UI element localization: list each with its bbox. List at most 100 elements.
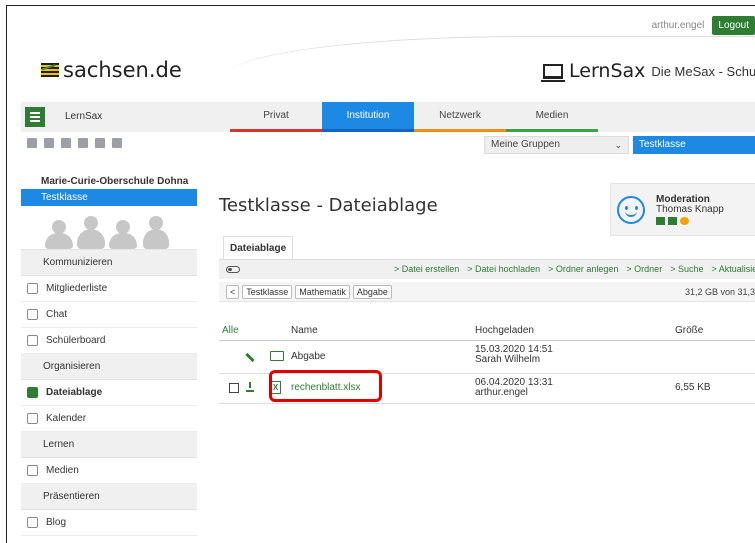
- member-icon: [143, 216, 169, 249]
- group-avatar: [21, 206, 197, 250]
- member-icon: [109, 220, 137, 249]
- browser-frame: arthur.engel Logout sachsen.de LernSax D…: [6, 5, 755, 543]
- uploader[interactable]: arthur.engel: [475, 387, 528, 398]
- column-uploaded[interactable]: Hochgeladen: [475, 325, 534, 336]
- sidebar-item-label: Dateiablage: [46, 387, 103, 398]
- main-nav: LernSax Privat Institution Netzwerk Medi…: [21, 102, 755, 132]
- row-checkbox[interactable]: [229, 383, 239, 393]
- section-lernen: Lernen: [21, 432, 197, 458]
- bookmark-icon[interactable]: [61, 138, 71, 148]
- smiley-icon: [617, 196, 645, 224]
- action-ordner-anlegen[interactable]: > Ordner anlegen: [548, 264, 618, 274]
- sidebar-item-label: Schülerboard: [46, 335, 106, 346]
- board-icon: [27, 335, 38, 346]
- sidebar-item-label: Blog: [46, 517, 67, 528]
- breadcrumb-abgabe[interactable]: Abgabe: [352, 285, 392, 299]
- vcard-icon[interactable]: [656, 217, 665, 225]
- tab-dateiablage[interactable]: Dateiablage: [223, 236, 294, 260]
- file-actions: > Datei erstellen > Datei hochladen > Or…: [394, 264, 755, 274]
- sidebar-item-label: Medien: [46, 465, 79, 476]
- chevron-down-icon: ⌄: [614, 140, 622, 150]
- edit-icon[interactable]: [245, 352, 255, 363]
- highlight-annotation: [269, 370, 382, 402]
- media-icon: [27, 465, 38, 476]
- breadcrumb: < Testklasse Mathematik Abgabe: [226, 285, 392, 299]
- breadcrumb-back[interactable]: <: [226, 285, 240, 299]
- lernsax-logo[interactable]: LernSax Die MeSax - Schulclou: [541, 60, 755, 82]
- app-name: LernSax: [65, 111, 103, 122]
- sidebar-item-kalender[interactable]: Kalender: [21, 406, 197, 432]
- breadcrumb-testklasse[interactable]: Testklasse: [242, 285, 293, 299]
- sidebar: Marie-Curie-Oberschule Dohna Testklasse …: [21, 170, 197, 536]
- member-icon: [45, 220, 73, 249]
- export-icon[interactable]: [78, 138, 88, 148]
- brand-name: LernSax: [569, 60, 646, 82]
- section-organisieren: Organisieren: [21, 354, 197, 380]
- print-icon[interactable]: [95, 138, 105, 148]
- select-all-link[interactable]: Alle: [222, 325, 239, 336]
- brand-subtitle: Die MeSax - Schulclou: [651, 63, 755, 79]
- moderator-actions: [656, 217, 689, 225]
- moderation-box: Moderation Thomas Knapp: [610, 183, 755, 236]
- section-praesentieren: Präsentieren: [21, 484, 197, 510]
- action-suche[interactable]: > Suche: [670, 264, 703, 274]
- sidebar-item-dateiablage[interactable]: Dateiablage: [21, 380, 197, 406]
- folder-name[interactable]: Abgabe: [291, 351, 325, 362]
- action-aktualisieren[interactable]: > Aktualisiere: [711, 264, 755, 274]
- quick-tools: [27, 138, 122, 148]
- file-size: 6,55 KB: [675, 382, 711, 393]
- folder-icon: [270, 351, 284, 361]
- username[interactable]: arthur.engel: [652, 20, 705, 31]
- page-title: Testklasse - Dateiablage: [219, 195, 438, 216]
- user-bar: arthur.engel Logout: [652, 16, 755, 35]
- path-bar: < Testklasse Mathematik Abgabe 31,2 GB v…: [219, 282, 755, 302]
- file-storage-icon: [27, 387, 38, 398]
- sidebar-item-label: Kalender: [46, 413, 87, 424]
- menu-icon[interactable]: [25, 107, 45, 127]
- sidebar-item-mitgliederliste[interactable]: Mitgliederliste: [21, 276, 197, 302]
- sachsen-logo-text: sachsen.de: [63, 58, 182, 82]
- sidebar-item-medien[interactable]: Medien: [21, 458, 197, 484]
- sidebar-item-blog[interactable]: Blog: [21, 510, 197, 536]
- class-select[interactable]: Testklasse: [633, 136, 755, 154]
- sidebar-item-chat[interactable]: Chat: [21, 302, 197, 328]
- help-icon[interactable]: [112, 138, 122, 148]
- column-size[interactable]: Größe: [675, 325, 703, 336]
- sidebar-item-label: Chat: [46, 309, 68, 320]
- action-datei-erstellen[interactable]: > Datei erstellen: [394, 264, 459, 274]
- uploader[interactable]: Sarah Wilhelm: [475, 354, 540, 365]
- tab-netzwerk[interactable]: Netzwerk: [414, 102, 506, 132]
- mail-icon[interactable]: [668, 217, 677, 225]
- breadcrumb-mathematik[interactable]: Mathematik: [295, 285, 350, 299]
- sachsen-logo[interactable]: sachsen.de: [41, 58, 182, 82]
- table-header: Alle Name Hochgeladen Größe: [219, 321, 755, 341]
- group-select[interactable]: Meine Gruppen ⌄: [484, 136, 629, 154]
- section-kommunizieren: Kommunizieren: [21, 250, 197, 276]
- sitemap-icon[interactable]: [27, 138, 37, 148]
- tab-institution[interactable]: Institution: [322, 102, 414, 132]
- group-select-value: Meine Gruppen: [491, 139, 560, 150]
- status-icon[interactable]: [680, 217, 689, 225]
- members-icon: [27, 283, 38, 294]
- saxony-crest-icon: [41, 63, 59, 77]
- download-icon[interactable]: [246, 382, 254, 392]
- action-ordner[interactable]: > Ordner: [626, 264, 662, 274]
- notes-icon[interactable]: [44, 138, 54, 148]
- tab-privat[interactable]: Privat: [230, 102, 322, 132]
- toggle-switch[interactable]: [226, 266, 240, 273]
- action-datei-hochladen[interactable]: > Datei hochladen: [467, 264, 540, 274]
- calendar-icon: [27, 413, 38, 424]
- moderator-name[interactable]: Thomas Knapp: [656, 204, 724, 215]
- tab-medien[interactable]: Medien: [506, 102, 598, 132]
- school-name: Marie-Curie-Oberschule Dohna: [41, 176, 189, 187]
- blog-icon: [27, 517, 38, 528]
- class-name[interactable]: Testklasse: [21, 189, 197, 206]
- sidebar-item-schuelerboard[interactable]: Schülerboard: [21, 328, 197, 354]
- column-name[interactable]: Name: [291, 325, 318, 336]
- file-toolbar: > Datei erstellen > Datei hochladen > Or…: [219, 259, 755, 279]
- member-icon: [77, 216, 105, 249]
- monitor-icon: [541, 63, 565, 82]
- chat-icon: [27, 309, 38, 320]
- storage-quota: 31,2 GB von 31,3 GB frei: [685, 287, 755, 297]
- logout-button[interactable]: Logout: [712, 16, 755, 35]
